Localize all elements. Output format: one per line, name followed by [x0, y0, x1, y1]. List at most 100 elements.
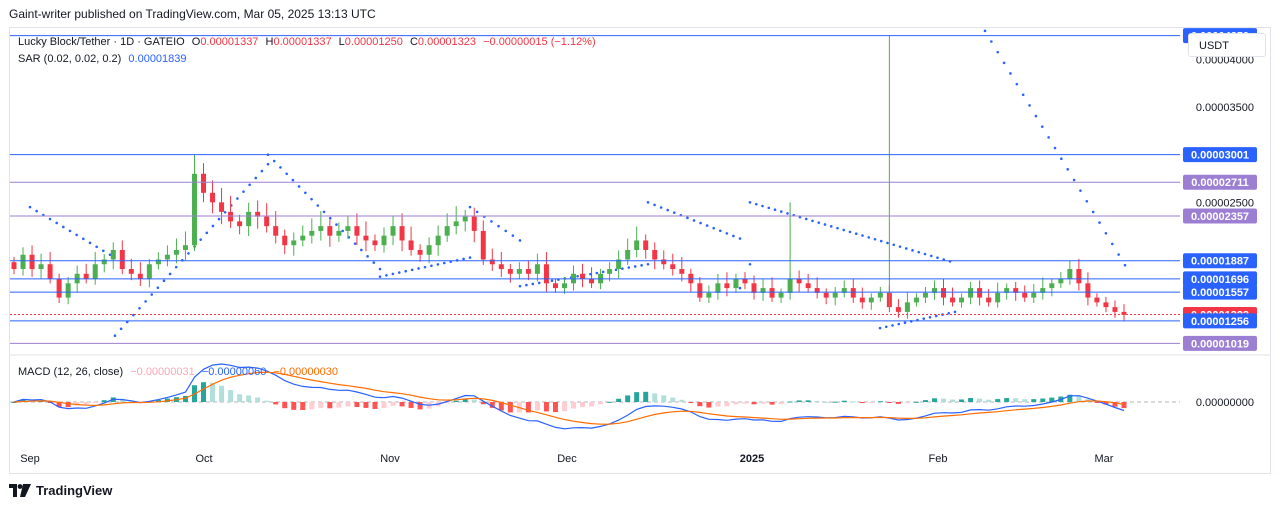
candle-body	[237, 221, 243, 227]
sar-dot	[372, 261, 376, 264]
macd-hist-bar	[246, 395, 252, 402]
sar-dot	[113, 334, 117, 338]
macd-hist-bar	[823, 401, 829, 403]
candle-body	[625, 249, 631, 260]
horizontal-levels: 0.000042500.000030010.000027110.00002357…	[10, 28, 1257, 351]
macd-hist-bar	[995, 399, 1001, 402]
sar-dot	[779, 210, 783, 213]
candle-body	[282, 235, 288, 246]
candle-body	[390, 226, 396, 236]
sar-dot	[174, 265, 178, 269]
candle-body	[769, 288, 775, 298]
candle-body	[1049, 283, 1055, 289]
macd-hist-bar	[616, 398, 622, 402]
sar-dot	[892, 243, 896, 247]
macd-legend: MACD (12, 26, close) −0.00000031 −0.0000…	[18, 366, 342, 378]
sar-dot	[854, 232, 858, 236]
level-label: 0.00001019	[1191, 338, 1249, 350]
candle-body	[110, 249, 116, 260]
macd-hist-bar	[733, 402, 739, 405]
macd-hist-bar	[345, 402, 351, 407]
sar-dot	[48, 217, 52, 221]
sar-dot	[537, 281, 541, 285]
candle-body	[462, 216, 468, 222]
macd-hist-value: −0.00000031	[130, 366, 195, 378]
macd-hist-bar	[877, 401, 883, 403]
sar-dot	[738, 286, 742, 290]
close-label: C	[409, 36, 418, 48]
sar-dot	[1098, 221, 1101, 224]
candle-body	[643, 240, 649, 250]
sar-dot	[934, 314, 938, 318]
x-tick-label: Sep	[20, 453, 40, 465]
macd-hist-bar	[941, 398, 947, 402]
sar-dot	[725, 232, 729, 235]
macd-hist-bar	[715, 402, 721, 407]
macd-hist-bar	[634, 392, 640, 402]
sar-dot	[1028, 104, 1031, 107]
sar-dot	[686, 216, 689, 220]
sar-dot	[168, 272, 172, 276]
candle-body	[435, 235, 441, 246]
price-chart[interactable]: 0.000042500.000030010.000027110.00002357…	[0, 0, 1281, 508]
sar-dot	[601, 270, 605, 274]
candle-body	[29, 254, 35, 270]
tradingview-logo[interactable]: TradingView	[9, 483, 112, 498]
sar-dot	[1015, 82, 1019, 86]
sar-dot	[518, 239, 522, 242]
level-label: 0.00001557	[1191, 287, 1249, 299]
sar-dot	[1085, 199, 1089, 203]
high-value: 0.00001337	[273, 36, 332, 48]
sar-dot	[35, 209, 38, 213]
macd-hist-bar	[471, 399, 477, 402]
macd-hist-bar	[327, 402, 333, 409]
macd-hist-bar	[751, 402, 757, 405]
candle-body	[922, 292, 928, 298]
macd-hist-bar	[868, 402, 874, 403]
sar-dot	[904, 247, 908, 250]
macd-hist-bar	[706, 402, 712, 408]
macd-hist-bar	[219, 385, 225, 402]
x-tick-label: Oct	[195, 453, 212, 465]
macd-hist-bar	[688, 402, 694, 403]
candle-body	[489, 259, 495, 265]
candle-body	[56, 278, 62, 298]
sar-dot	[310, 197, 313, 201]
sar-dot	[88, 241, 92, 245]
candle-body	[580, 273, 586, 279]
candle-body	[246, 211, 252, 227]
signal-line	[13, 371, 1125, 425]
sar-dot	[462, 257, 465, 261]
macd-hist-bar	[1013, 398, 1019, 402]
sar-dot	[1079, 189, 1082, 192]
macd-hist-bar	[1040, 398, 1046, 402]
sar-dot	[410, 268, 414, 272]
currency-selector[interactable]: USDT	[1188, 33, 1266, 57]
sar-dot	[633, 265, 637, 268]
candle-body	[155, 259, 161, 265]
sar-dot	[911, 249, 914, 252]
candle-body	[101, 259, 107, 265]
candle-body	[805, 283, 811, 289]
candle-body	[146, 264, 152, 279]
candle-body	[480, 230, 486, 260]
candle-body	[20, 254, 26, 270]
macd-hist-bar	[913, 401, 919, 403]
sar-dot	[279, 166, 282, 169]
macd-hist-bar	[643, 391, 649, 402]
macd-hist-bar	[679, 399, 685, 402]
sar-dot	[205, 231, 209, 235]
sar-dot	[811, 219, 814, 223]
candle-body	[137, 273, 143, 279]
candle-body	[832, 292, 838, 298]
candle-body	[1076, 269, 1082, 284]
sar-dot	[62, 225, 65, 229]
macd-hist-bar	[796, 400, 802, 402]
candle-body	[498, 264, 504, 270]
sar-dot	[322, 210, 326, 214]
sar-dot	[983, 29, 987, 33]
candle-body	[219, 202, 225, 212]
macd-hist-bar	[336, 402, 342, 408]
macd-hist-bar	[742, 402, 748, 404]
candle-body	[1022, 292, 1028, 298]
